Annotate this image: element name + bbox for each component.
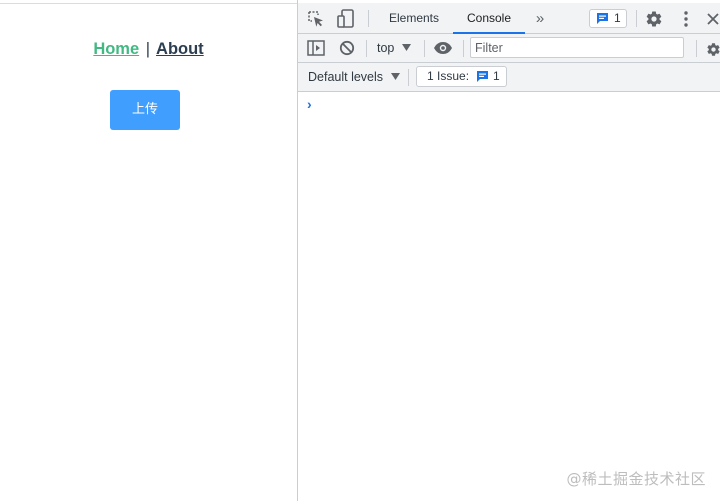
levels-toolbar: Default levels 1 Issue: 1 bbox=[298, 63, 720, 92]
console-prompt[interactable]: › bbox=[307, 96, 312, 112]
watermark: @稀土掘金技术社区 bbox=[566, 470, 706, 488]
toolbar-separator bbox=[463, 40, 464, 57]
default-levels-label: Default levels bbox=[308, 70, 384, 84]
tab-separator bbox=[368, 10, 369, 27]
nav-home-link[interactable]: Home bbox=[93, 40, 139, 58]
issues-label: 1 Issue: bbox=[427, 69, 470, 83]
upload-button[interactable]: 上传 bbox=[110, 90, 180, 130]
tab-separator bbox=[636, 10, 637, 27]
web-page: Home | About 上传 bbox=[0, 0, 297, 501]
toolbar-separator bbox=[366, 40, 367, 57]
toolbar-separator bbox=[408, 69, 409, 86]
nav-bar: Home | About bbox=[0, 40, 297, 59]
devtools-panel: Elements Console » 1 top Filter Default … bbox=[297, 0, 720, 501]
nav-about-link[interactable]: About bbox=[156, 40, 204, 58]
tab-console[interactable]: Console bbox=[453, 3, 525, 34]
console-settings-gear-icon[interactable] bbox=[706, 40, 720, 58]
clear-console-icon[interactable] bbox=[338, 39, 356, 57]
messages-count: 1 bbox=[614, 11, 621, 25]
messages-icon bbox=[596, 12, 609, 25]
toolbar-separator bbox=[424, 40, 425, 57]
page-top-border bbox=[0, 3, 297, 4]
tab-elements[interactable]: Elements bbox=[378, 3, 450, 34]
issue-message-icon bbox=[476, 70, 489, 83]
more-tabs-button[interactable]: » bbox=[530, 3, 550, 34]
levels-dropdown-arrow-icon bbox=[390, 68, 400, 84]
default-levels-dropdown[interactable]: Default levels bbox=[308, 69, 400, 85]
close-icon[interactable] bbox=[706, 9, 720, 29]
issues-button[interactable]: 1 Issue: 1 bbox=[416, 66, 507, 87]
messages-badge[interactable]: 1 bbox=[589, 9, 627, 28]
dropdown-arrow-icon bbox=[401, 39, 411, 55]
nav-separator: | bbox=[145, 40, 151, 58]
sidebar-toggle-icon[interactable] bbox=[306, 39, 326, 57]
devtools-tab-bar: Elements Console » 1 bbox=[298, 0, 720, 34]
filter-input[interactable] bbox=[470, 37, 684, 58]
settings-gear-icon[interactable] bbox=[644, 9, 664, 29]
console-toolbar: top bbox=[298, 34, 720, 63]
context-selector-label: top bbox=[377, 41, 395, 55]
kebab-menu-icon[interactable] bbox=[676, 9, 696, 29]
context-selector[interactable]: top bbox=[377, 40, 411, 56]
issues-count: 1 bbox=[493, 69, 500, 83]
live-expression-eye-icon[interactable] bbox=[432, 39, 454, 57]
toolbar-separator bbox=[696, 40, 697, 57]
device-toolbar-icon[interactable] bbox=[336, 8, 356, 30]
inspect-element-icon[interactable] bbox=[306, 9, 326, 29]
